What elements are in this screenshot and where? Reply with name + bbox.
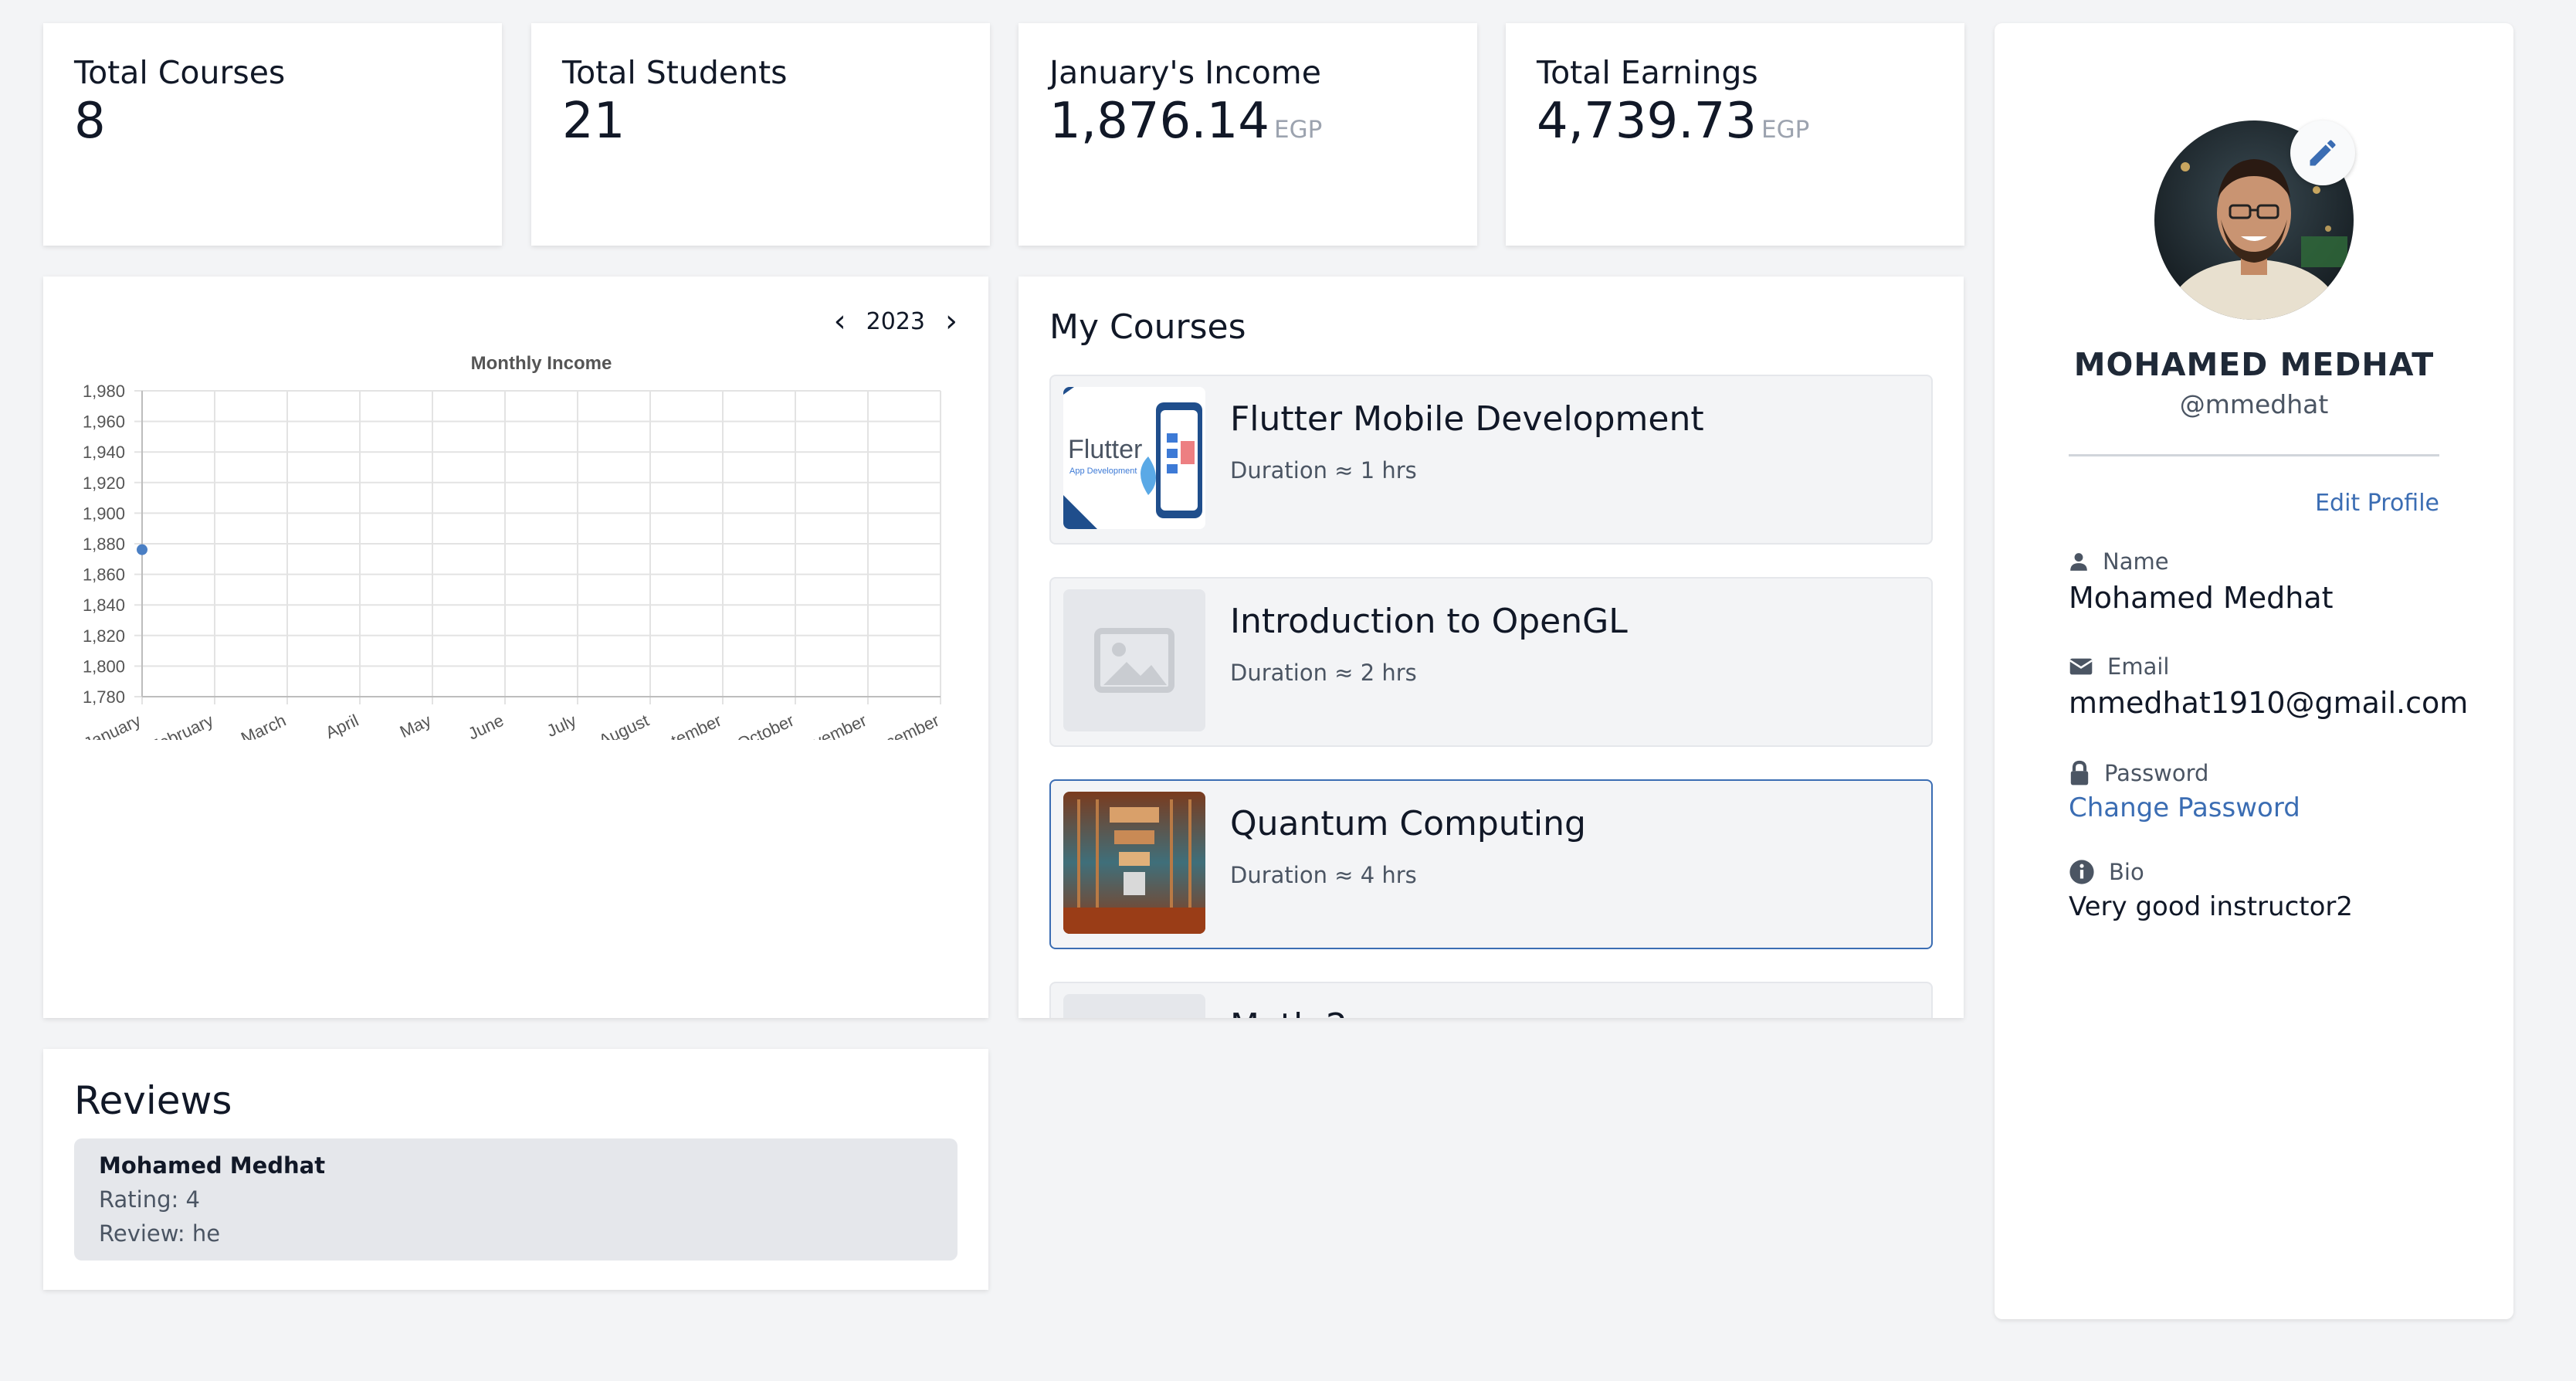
currency-unit: EGP: [1274, 116, 1323, 144]
review-rating: Rating: 4: [99, 1186, 200, 1213]
thumb-title: Flutter: [1068, 435, 1142, 464]
review-text: Review: he: [99, 1220, 221, 1247]
edit-avatar-button[interactable]: [2290, 120, 2355, 185]
divider: [2069, 454, 2439, 456]
stat-label: Total Courses: [74, 54, 286, 91]
y-tick-label: 1,860: [83, 565, 125, 585]
change-password-link[interactable]: Change Password: [2069, 792, 2470, 823]
course-duration: Duration ≈ 1 hrs: [1230, 457, 1417, 484]
mail-icon: [2069, 658, 2093, 675]
course-item[interactable]: Introduction to OpenGL Duration ≈ 2 hrs: [1049, 577, 1933, 747]
year-navigator: ‹ 2023 ›: [834, 306, 958, 337]
review-item: Mohamed Medhat Rating: 4 Review: he: [74, 1138, 958, 1261]
x-tick-label: May: [397, 711, 434, 740]
info-icon: [2069, 860, 2094, 884]
x-tick-label: July: [544, 711, 579, 740]
x-tick-label: February: [147, 711, 216, 740]
field-value: Very good instructor2: [2069, 891, 2354, 922]
field-password: Password Change Password: [2069, 760, 2470, 823]
field-bio: Bio Very good instructor2: [2069, 859, 2470, 922]
y-tick-label: 1,880: [83, 534, 125, 554]
stat-card-total-earnings: Total Earnings 4,739.73 EGP: [1506, 23, 1964, 246]
chevron-left-icon[interactable]: ‹: [834, 306, 846, 337]
field-label: Bio: [2109, 859, 2144, 885]
stat-value: 8: [74, 93, 106, 150]
data-point: [137, 544, 147, 555]
course-title: Introduction to OpenGL: [1230, 602, 1628, 641]
course-duration: Duration ≈ 4 hrs: [1230, 862, 1417, 888]
income-chart-card: Monthly Income 1,780 1,800 1,820 1,840 1,860 1…: [43, 277, 988, 1018]
x-tick-label: March: [238, 711, 289, 740]
year-label: 2023: [866, 307, 925, 335]
x-tick-label: August: [595, 711, 652, 740]
pencil-icon: [2310, 140, 2336, 166]
reviews-title: Reviews: [74, 1078, 232, 1123]
courses-title: My Courses: [1049, 307, 1246, 347]
course-duration: Duration ≈ 2 hrs: [1230, 660, 1417, 686]
course-item[interactable]: Quantum Computing Duration ≈ 4 hrs: [1049, 779, 1933, 949]
reviews-card: Reviews Mohamed Medhat Rating: 4 Review:…: [43, 1049, 988, 1290]
profile-card: MOHAMED MEDHAT @mmedhat Edit Profile Nam…: [1995, 23, 2513, 1319]
field-label: Name: [2103, 548, 2169, 575]
stat-card-monthly-income: January's Income 1,876.14 EGP: [1019, 23, 1477, 246]
field-label: Email: [2107, 653, 2170, 680]
monthly-income-chart: Monthly Income 1,780 1,800 1,820 1,840 1,860 1…: [81, 353, 943, 740]
thumb-subtitle: App Development: [1069, 467, 1137, 476]
stat-label: Total Earnings: [1537, 54, 1758, 91]
y-tick-label: 1,980: [83, 382, 125, 401]
x-tick-label: April: [323, 711, 361, 740]
y-tick-label: 1,840: [83, 595, 125, 615]
y-tick-label: 1,900: [83, 504, 125, 523]
course-list: Flutter App Development Flutter Mobile D…: [1049, 375, 1933, 1018]
stat-value: 4,739.73 EGP: [1537, 93, 1810, 150]
x-tick-label: October: [734, 711, 797, 740]
image-placeholder-icon: [1063, 994, 1205, 1018]
course-item[interactable]: Flutter App Development Flutter Mobile D…: [1049, 375, 1933, 545]
stat-value: 1,876.14 EGP: [1049, 93, 1323, 150]
course-thumbnail: Flutter App Development: [1063, 387, 1205, 529]
course-item[interactable]: Math 2: [1049, 982, 1933, 1018]
x-tick-label: November: [791, 711, 870, 740]
course-thumbnail: [1063, 792, 1205, 934]
y-tick-label: 1,800: [83, 657, 125, 676]
chevron-right-icon[interactable]: ›: [945, 306, 958, 337]
y-tick-label: 1,820: [83, 626, 125, 646]
y-tick-label: 1,960: [83, 412, 125, 432]
stat-label: Total Students: [562, 54, 788, 91]
course-title: Math 2: [1230, 1006, 1347, 1018]
field-email: Email mmedhat1910@gmail.com: [2069, 653, 2470, 720]
x-tick-label: June: [465, 711, 507, 740]
x-tick-label: September: [641, 711, 724, 740]
y-tick-label: 1,780: [83, 687, 125, 707]
field-label: Password: [2104, 760, 2209, 786]
reviewer-name: Mohamed Medhat: [99, 1152, 326, 1179]
x-tick-label: December: [863, 711, 943, 740]
edit-profile-link[interactable]: Edit Profile: [2315, 490, 2439, 517]
my-courses-card: My Courses Flutter App Development Flutt…: [1019, 277, 1964, 1018]
field-name: Name Mohamed Medhat: [2069, 548, 2470, 615]
lock-icon: [2070, 760, 2089, 786]
course-title: Flutter Mobile Development: [1230, 399, 1704, 439]
stat-value: 21: [562, 93, 625, 150]
stat-card-total-courses: Total Courses 8: [43, 23, 502, 246]
field-value: mmedhat1910@gmail.com: [2069, 686, 2469, 720]
field-value: Mohamed Medhat: [2069, 581, 2334, 615]
stat-card-total-students: Total Students 21: [531, 23, 990, 246]
currency-unit: EGP: [1761, 116, 1810, 144]
chart-title: Monthly Income: [471, 353, 612, 374]
y-tick-label: 1,920: [83, 473, 125, 493]
y-tick-label: 1,940: [83, 443, 125, 462]
stat-label: January's Income: [1049, 54, 1321, 91]
profile-handle: @mmedhat: [2179, 389, 2329, 419]
course-title: Quantum Computing: [1230, 804, 1586, 843]
image-placeholder-icon: [1063, 589, 1205, 731]
user-icon: [2070, 553, 2087, 571]
profile-name: MOHAMED MEDHAT: [2073, 346, 2435, 383]
x-tick-label: January: [81, 711, 144, 740]
